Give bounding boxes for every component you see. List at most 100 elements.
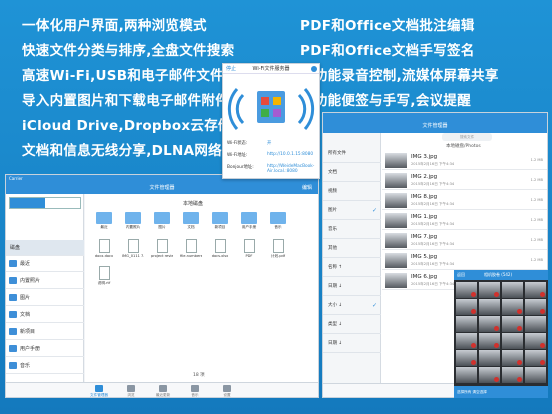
photo-thumbnail[interactable] (479, 367, 500, 383)
folder-icon (9, 277, 17, 284)
filter-item[interactable]: 视频 (323, 183, 381, 201)
sidebar-item[interactable]: 最近 (6, 256, 84, 272)
photo-thumbnail[interactable] (456, 316, 477, 332)
tab-item[interactable]: 文件管理器 (84, 385, 114, 397)
back-button[interactable]: 返回 (457, 272, 465, 277)
file-tile[interactable]: 文档 (180, 212, 202, 230)
photo-thumbnail[interactable] (456, 333, 477, 349)
photo-thumbnail[interactable] (525, 333, 546, 349)
camera-roll-popup: 返回 相机胶卷 (542) 选择所有 清空选择 (454, 270, 548, 398)
filter-item[interactable]: 日期 ↓ (323, 278, 381, 296)
list-item[interactable]: IMG 2.jpg 2015年2月16日 下午4:34 1.2 MB (382, 171, 547, 190)
file-size: 1.2 MB (530, 238, 543, 242)
file-tile[interactable]: 用户手册 (238, 212, 260, 230)
file-tile[interactable]: PDF (238, 239, 260, 258)
photo-thumbnail[interactable] (456, 282, 477, 298)
photo-thumbnail[interactable] (456, 367, 477, 383)
file-tile[interactable]: 计划.pdf (267, 239, 289, 259)
view-mode-segment[interactable] (9, 197, 81, 209)
photo-thumbnail[interactable] (479, 282, 500, 298)
photo-thumbnail[interactable] (502, 282, 523, 298)
file-tile[interactable]: docx.docx (93, 239, 115, 258)
filter-item[interactable]: 名称 ↑ (323, 259, 381, 277)
list-item[interactable]: IMG 1.jpg 2015年2月16日 下午4:34 1.2 MB (382, 211, 547, 230)
file-tile[interactable]: 最近 (93, 212, 115, 230)
photo-thumbnail[interactable] (525, 299, 546, 315)
sidebar-item[interactable]: 图片 (6, 290, 84, 306)
popup-header: 停止 Wi-Fi文件服务器 (223, 64, 319, 74)
filter-item[interactable]: 所有文件 (323, 145, 381, 163)
tab-item[interactable]: 浏览 (116, 385, 146, 397)
photo-thumbnail[interactable] (479, 299, 500, 315)
filter-item[interactable]: 大小 ↓ ✓ (323, 297, 381, 315)
photo-thumbnail[interactable] (479, 316, 500, 332)
filter-item[interactable]: 类型 ↓ (323, 316, 381, 334)
edit-button[interactable]: 编辑 (302, 182, 312, 194)
photo-thumbnail[interactable] (502, 316, 523, 332)
tab-item[interactable]: 最近更新 (148, 385, 178, 397)
photo-thumbnail[interactable] (479, 350, 500, 366)
feature-text: 快速文件分类与排序,全盘文件搜索 (22, 43, 235, 59)
photo-thumbnail[interactable] (525, 350, 546, 366)
feature-text: 全功能录音控制,流媒体屏幕共享 (300, 68, 499, 84)
file-tile[interactable]: 说明.rtf (93, 266, 115, 286)
tab-item[interactable]: 设置 (212, 385, 242, 397)
check-icon (494, 377, 499, 382)
list-item[interactable]: IMG 7.jpg 2015年2月16日 下午4:34 1.2 MB (382, 231, 547, 250)
photo-thumbnail[interactable] (479, 333, 500, 349)
filter-label: 音乐 (328, 227, 337, 232)
list-item[interactable]: IMG 5.jpg 2015年2月16日 下午4:34 1.2 MB (382, 251, 547, 270)
photo-thumbnail[interactable] (502, 333, 523, 349)
photo-thumbnail[interactable] (525, 316, 546, 332)
folder-icon (241, 212, 257, 224)
photo-thumbnail[interactable] (502, 350, 523, 366)
file-tile[interactable]: file.numbers (180, 239, 202, 258)
search-input[interactable]: 搜索文件 (442, 133, 492, 141)
file-tile[interactable]: 音乐 (267, 212, 289, 230)
filter-item[interactable]: 日期 ↓ (323, 335, 381, 353)
feature-text: 一体化用户界面,两种浏览模式 (22, 18, 207, 34)
tab-item[interactable]: 音乐 (180, 385, 210, 397)
photo-thumbnail[interactable] (502, 299, 523, 315)
sidebar-item[interactable]: 文档 (6, 307, 84, 323)
file-name: IMG 8.jpg (411, 194, 438, 200)
list-item[interactable]: IMG 8.jpg 2015年2月16日 下午4:34 1.2 MB (382, 191, 547, 210)
photo-thumbnail[interactable] (502, 367, 523, 383)
file-tile[interactable]: 新项目 (209, 212, 231, 230)
file-name: IMG 1.jpg (411, 214, 438, 220)
filter-item[interactable]: 其他 (323, 240, 381, 258)
sidebar-item[interactable]: 内置照片 (6, 273, 84, 289)
sidebar-item[interactable]: 新项目 (6, 324, 84, 340)
tab-label: 浏览 (127, 393, 135, 397)
file-tile[interactable]: docs.xlsx (209, 239, 231, 258)
photo-thumbnail[interactable] (456, 350, 477, 366)
nav-title: 文件管理器 (422, 123, 448, 129)
file-label: 内置照片 (125, 225, 141, 229)
filter-item[interactable]: 文档 (323, 164, 381, 182)
folder-icon (154, 212, 170, 224)
list-item[interactable]: IMG 3.jpg 2015年2月16日 下午4:34 1.2 MB (382, 151, 547, 170)
photo-thumbnail[interactable] (525, 282, 546, 298)
sidebar-item[interactable]: 音乐 (6, 358, 84, 374)
file-name: IMG 7.jpg (411, 234, 438, 240)
ipad-left-screenshot: Carrier 文件管理器 编辑 磁盘 最近 内置照片 图片 文档 新项目 用户手册 音乐 本… (5, 174, 319, 398)
add-icon[interactable] (311, 66, 317, 72)
file-tile[interactable]: IMG_0111 7.JPG (122, 239, 144, 258)
photo-thumbnail[interactable] (456, 299, 477, 315)
file-tile[interactable]: 图片 (151, 212, 173, 230)
file-tile[interactable]: 内置照片 (122, 212, 144, 230)
list-mode-icon[interactable] (10, 198, 45, 208)
filter-item[interactable]: 图片 ✓ (323, 202, 381, 220)
file-name: IMG 2.jpg (411, 174, 438, 180)
sidebar-item[interactable]: 用户手册 (6, 341, 84, 357)
grid-mode-icon[interactable] (45, 198, 80, 208)
tab-label: 设置 (223, 393, 231, 397)
file-size: 1.2 MB (530, 198, 543, 202)
wifi-address-label: Wi-Fi地址: (227, 153, 248, 158)
filter-item[interactable]: 音乐 (323, 221, 381, 239)
stop-button[interactable]: 停止 (226, 64, 236, 74)
file-tile[interactable]: project review.ppt (151, 239, 173, 258)
file-date: 2015年2月16日 下午4:34 (411, 222, 455, 226)
photo-thumbnail[interactable] (525, 367, 546, 383)
popup-footer[interactable]: 选择所有 清空选择 (454, 386, 548, 398)
